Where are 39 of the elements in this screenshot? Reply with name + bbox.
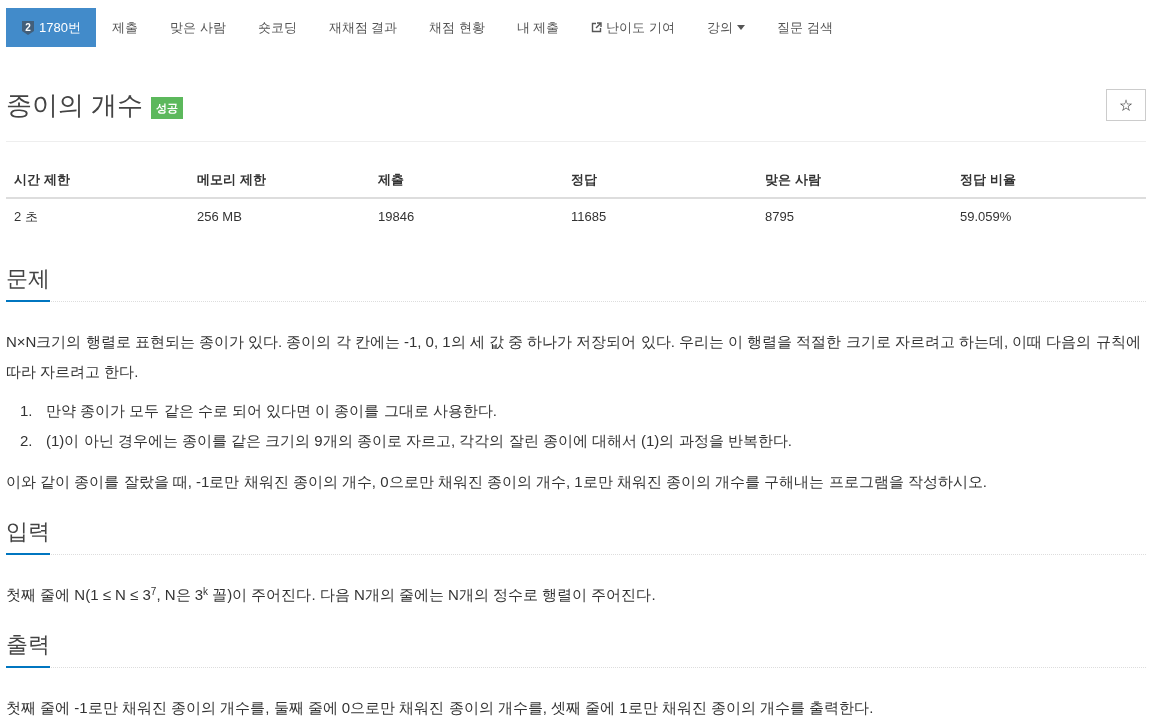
paragraph: 이와 같이 종이를 잘랐을 때, -1로만 채워진 종이의 개수, 0으로만 채워진 종이의 개수, 1로만 채워진 종이의 개수를 구해내는 프로그램을 작성하시오. [6,472,988,492]
section-heading: 입력 [6,520,50,555]
caret-icon [737,25,746,30]
paragraph: 첫째 줄에 N(1 ≤ N ≤ 3$^{7}$, N은 3$^{k}$ 꼴)이 주어진다. 다음 N개의 줄에는 N개의 정수로 행렬이 주어진다. [6,585,657,605]
nav-tab[interactable]: 질문 검색 [761,8,849,47]
list-item-text: (1)이 아닌 경우에는 종이를 같은 크기의 9개의 종이로 자르고, 각각의 잘린 종이에 대해서 (1)의 과정을 반복한다. [46,431,792,451]
column-header: 시간 제한 [6,162,189,198]
nav-tab[interactable]: 2 1780번 [6,8,96,47]
star-button[interactable]: ☆ [1106,89,1146,121]
nav-tab[interactable]: 맞은 사람 [153,8,242,47]
paragraph: 첫째 줄에 -1로만 채워진 종이의 개수를, 둘째 줄에 0으로만 채워진 종이의 개수를, 셋째 줄에 1로만 채워진 종이의 개수를 출력한다. [6,698,875,718]
external-link-icon [591,22,603,33]
tier-icon: 2 [21,19,35,36]
paragraph: N×N크기의 행렬로 표현되는 종이가 있다. 종이의 각 칸에는 -1, 0, 1의 세 값 중 하나가 저장되어 있다. 우리는 이 행렬을 적절한 크기로 자르려고 하는데, 이때 다음의 규칙에 따라 자르려고 한다. [6,332,1142,382]
table-cell: 8795 [757,198,952,234]
nav-tab[interactable]: 강의 [691,8,762,47]
list-number: 1. [19,401,34,421]
table-cell: 2 초 [6,198,189,234]
nav-tab[interactable]: 숏코딩 [241,8,313,47]
list-number: 2. [19,431,34,451]
section-heading: 문제 [6,267,50,302]
column-header: 정답 [563,162,757,198]
nav-tab[interactable]: 내 제출 [500,8,576,47]
table-cell: 256 MB [189,198,370,234]
table-cell: 11685 [563,198,757,234]
list-item-text: 만약 종이가 모두 같은 수로 되어 있다면 이 종이를 그대로 사용한다. [46,401,497,421]
section-heading: 출력 [6,633,50,668]
problem-title: 종이의 개수 [6,89,144,121]
table-cell: 59.059% [952,198,1146,234]
nav-tab[interactable]: 재채점 결과 [312,8,414,47]
column-header: 제출 [370,162,563,198]
column-header: 메모리 제한 [189,162,370,198]
nav-tab[interactable]: 제출 [95,8,154,47]
table-cell: 19846 [370,198,563,234]
nav-tab[interactable]: 채점 현황 [413,8,501,47]
result-label: 성공 [151,97,184,119]
nav-tab[interactable]: 난이도 기여 [575,8,692,47]
column-header: 맞은 사람 [757,162,952,198]
column-header: 정답 비율 [952,162,1146,198]
